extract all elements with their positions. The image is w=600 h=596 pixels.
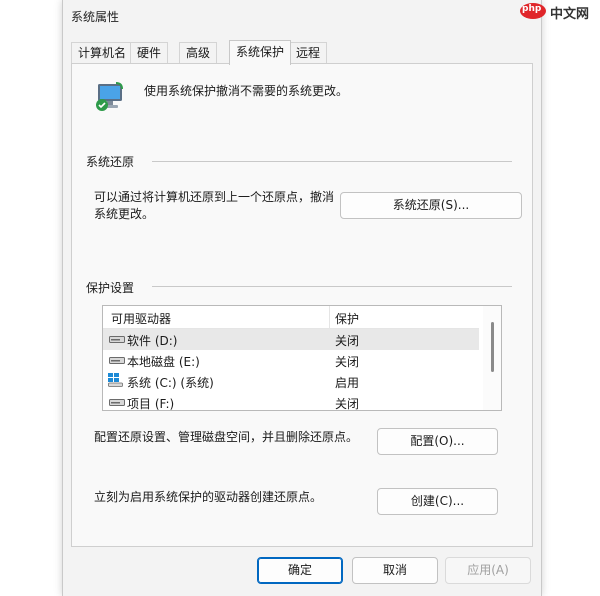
column-separator: [329, 306, 330, 328]
protection-section-title: 保护设置: [86, 279, 143, 296]
restore-description-line1: 可以通过将计算机还原到上一个还原点，撤消: [94, 190, 335, 204]
column-available-drives[interactable]: 可用驱动器: [111, 310, 171, 327]
cancel-button[interactable]: 取消: [352, 557, 438, 584]
system-protection-computer-icon: [96, 82, 123, 111]
dialog-button-bar: 确定 取消 应用(A): [63, 548, 541, 596]
title-bar[interactable]: 系统属性: [63, 0, 541, 34]
drive-name: 本地磁盘 (E:): [127, 355, 200, 369]
drive-icon: [109, 357, 125, 364]
create-description: 立刻为启用系统保护的驱动器创建还原点。: [94, 490, 323, 504]
tab-hardware[interactable]: 硬件: [130, 42, 169, 64]
restore-section-title: 系统还原: [86, 153, 143, 170]
drive-row-e[interactable]: 本地磁盘 (E:) 关闭: [103, 350, 479, 371]
restore-description: 可以通过将计算机还原到上一个还原点，撤消 系统更改。: [94, 189, 334, 223]
window-title: 系统属性: [71, 10, 120, 24]
drives-list-scrollbar[interactable]: [483, 306, 501, 410]
drive-icon: [109, 399, 125, 406]
drive-status: 启用: [335, 376, 360, 390]
scrollbar-thumb[interactable]: [491, 322, 494, 372]
protection-divider: [152, 286, 512, 287]
tab-remote[interactable]: 远程: [289, 42, 328, 64]
system-properties-window: 系统属性 计算机名 硬件 高级 系统保护 远程 使用系统保护撤消不需要的系统更改…: [62, 0, 542, 596]
drive-name: 系统 (C:) (系统): [127, 376, 214, 390]
drive-status: 关闭: [335, 355, 360, 369]
apply-button[interactable]: 应用(A): [445, 557, 531, 584]
restore-divider: [152, 161, 512, 162]
php-cn-watermark: php 中文网: [519, 0, 600, 22]
system-restore-button[interactable]: 系统还原(S)...: [340, 192, 522, 219]
watermark-text: 中文网: [550, 7, 590, 22]
drive-name: 项目 (F:): [127, 397, 175, 411]
drive-status: 关闭: [335, 334, 360, 348]
php-logo-text: php: [522, 4, 542, 14]
drive-row-c[interactable]: 系统 (C:) (系统) 启用: [103, 371, 479, 392]
drives-list[interactable]: 可用驱动器 保护 软件 (D:) 关闭 本地磁盘 (E:) 关闭 系统 (C:)…: [102, 305, 502, 411]
tab-advanced[interactable]: 高级: [179, 42, 218, 64]
column-protection[interactable]: 保护: [335, 310, 359, 327]
drives-list-header: 可用驱动器 保护: [103, 306, 479, 329]
restore-description-line2: 系统更改。: [94, 207, 155, 221]
system-protection-panel: 使用系统保护撤消不需要的系统更改。 系统还原 可以通过将计算机还原到上一个还原点…: [71, 63, 533, 547]
ok-button[interactable]: 确定: [257, 557, 343, 584]
drive-row-f[interactable]: 项目 (F:) 关闭: [103, 392, 479, 411]
create-button[interactable]: 创建(C)...: [377, 488, 498, 515]
drive-status: 关闭: [335, 397, 360, 411]
drive-name: 软件 (D:): [127, 334, 178, 348]
drive-icon: [109, 336, 125, 343]
windows-drive-icon: [108, 373, 123, 387]
configure-description: 配置还原设置、管理磁盘空间，并且删除还原点。: [94, 430, 359, 444]
tab-computer-name[interactable]: 计算机名: [71, 42, 134, 64]
intro-text: 使用系统保护撤消不需要的系统更改。: [144, 84, 349, 98]
configure-button[interactable]: 配置(O)...: [377, 428, 498, 455]
drive-row-d[interactable]: 软件 (D:) 关闭: [103, 329, 479, 350]
tab-system-protection[interactable]: 系统保护: [229, 40, 292, 65]
